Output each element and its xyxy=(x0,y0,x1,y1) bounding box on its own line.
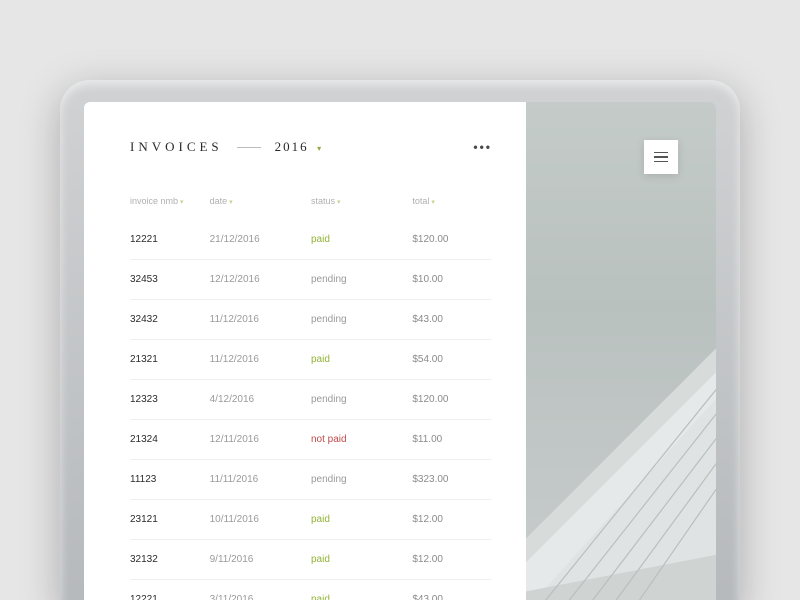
cell-total: $43.00 xyxy=(412,300,492,340)
cell-status: pending xyxy=(311,300,412,340)
col-status[interactable]: status▾ xyxy=(311,196,412,220)
cell-total: $120.00 xyxy=(412,380,492,420)
laptop-body: INVOICES 2016 ▾ ••• xyxy=(60,80,740,600)
col-invoice-nmb[interactable]: invoice nmb▾ xyxy=(130,196,210,220)
cell-status: paid xyxy=(311,580,412,600)
cell-invoice-nmb: 32453 xyxy=(130,260,210,300)
cell-date: 4/12/2016 xyxy=(210,380,311,420)
cell-total: $43.00 xyxy=(412,580,492,600)
sort-icon: ▾ xyxy=(337,199,341,206)
cell-total: $11.00 xyxy=(412,420,492,460)
cell-invoice-nmb: 12221 xyxy=(130,580,210,600)
cell-total: $12.00 xyxy=(412,540,492,580)
cell-invoice-nmb: 21321 xyxy=(130,340,210,380)
table-row[interactable]: 3245312/12/2016pending$10.00 xyxy=(130,260,492,300)
cell-status: pending xyxy=(311,380,412,420)
title-dash xyxy=(237,147,261,148)
cell-status: paid xyxy=(311,220,412,260)
cell-total: $54.00 xyxy=(412,340,492,380)
cell-date: 11/11/2016 xyxy=(210,460,311,500)
title-group: INVOICES 2016 ▾ xyxy=(130,138,321,156)
table-row[interactable]: 2132412/11/2016not paid$11.00 xyxy=(130,420,492,460)
hero-image xyxy=(526,102,716,600)
cell-total: $12.00 xyxy=(412,500,492,540)
table-row[interactable]: 321329/11/2016paid$12.00 xyxy=(130,540,492,580)
cell-invoice-nmb: 12221 xyxy=(130,220,210,260)
cell-status: pending xyxy=(311,460,412,500)
cell-invoice-nmb: 12323 xyxy=(130,380,210,420)
table-row[interactable]: 123234/12/2016pending$120.00 xyxy=(130,380,492,420)
laptop-frame: INVOICES 2016 ▾ ••• xyxy=(60,80,740,600)
cell-date: 3/11/2016 xyxy=(210,580,311,600)
menu-button[interactable] xyxy=(644,140,678,174)
cell-total: $323.00 xyxy=(412,460,492,500)
sort-icon: ▾ xyxy=(229,199,233,206)
cell-date: 11/12/2016 xyxy=(210,340,311,380)
cell-invoice-nmb: 11123 xyxy=(130,460,210,500)
cell-status: paid xyxy=(311,340,412,380)
cell-invoice-nmb: 23121 xyxy=(130,500,210,540)
more-icon[interactable]: ••• xyxy=(473,140,492,154)
cell-status: not paid xyxy=(311,420,412,460)
cell-invoice-nmb: 32432 xyxy=(130,300,210,340)
cell-total: $120.00 xyxy=(412,220,492,260)
header-row: INVOICES 2016 ▾ ••• xyxy=(130,138,492,156)
cell-date: 9/11/2016 xyxy=(210,540,311,580)
cell-total: $10.00 xyxy=(412,260,492,300)
year-selector[interactable]: 2016 ▾ xyxy=(275,138,321,156)
sort-icon: ▾ xyxy=(431,199,435,206)
table-header-row: invoice nmb▾ date▾ status▾ total▾ xyxy=(130,196,492,220)
chevron-down-icon: ▾ xyxy=(317,144,321,153)
sort-icon: ▾ xyxy=(180,199,184,206)
table-row[interactable]: 122213/11/2016paid$43.00 xyxy=(130,580,492,600)
table-row[interactable]: 3243211/12/2016pending$43.00 xyxy=(130,300,492,340)
invoices-table: invoice nmb▾ date▾ status▾ total▾ 122212… xyxy=(130,196,492,600)
table-row[interactable]: 2312110/11/2016paid$12.00 xyxy=(130,500,492,540)
cell-status: pending xyxy=(311,260,412,300)
col-date[interactable]: date▾ xyxy=(210,196,311,220)
table-row[interactable]: 2132111/12/2016paid$54.00 xyxy=(130,340,492,380)
table-row[interactable]: 1222121/12/2016paid$120.00 xyxy=(130,220,492,260)
hamburger-icon xyxy=(654,152,668,163)
cell-date: 21/12/2016 xyxy=(210,220,311,260)
table-row[interactable]: 1112311/11/2016pending$323.00 xyxy=(130,460,492,500)
cell-invoice-nmb: 21324 xyxy=(130,420,210,460)
cell-date: 10/11/2016 xyxy=(210,500,311,540)
cell-status: paid xyxy=(311,540,412,580)
app-screen: INVOICES 2016 ▾ ••• xyxy=(84,102,716,600)
year-value: 2016 xyxy=(275,139,309,154)
cell-invoice-nmb: 32132 xyxy=(130,540,210,580)
page-title: INVOICES xyxy=(130,139,223,155)
cell-date: 11/12/2016 xyxy=(210,300,311,340)
cell-date: 12/11/2016 xyxy=(210,420,311,460)
cell-status: paid xyxy=(311,500,412,540)
content-panel: INVOICES 2016 ▾ ••• xyxy=(84,102,526,600)
col-total[interactable]: total▾ xyxy=(412,196,492,220)
cell-date: 12/12/2016 xyxy=(210,260,311,300)
